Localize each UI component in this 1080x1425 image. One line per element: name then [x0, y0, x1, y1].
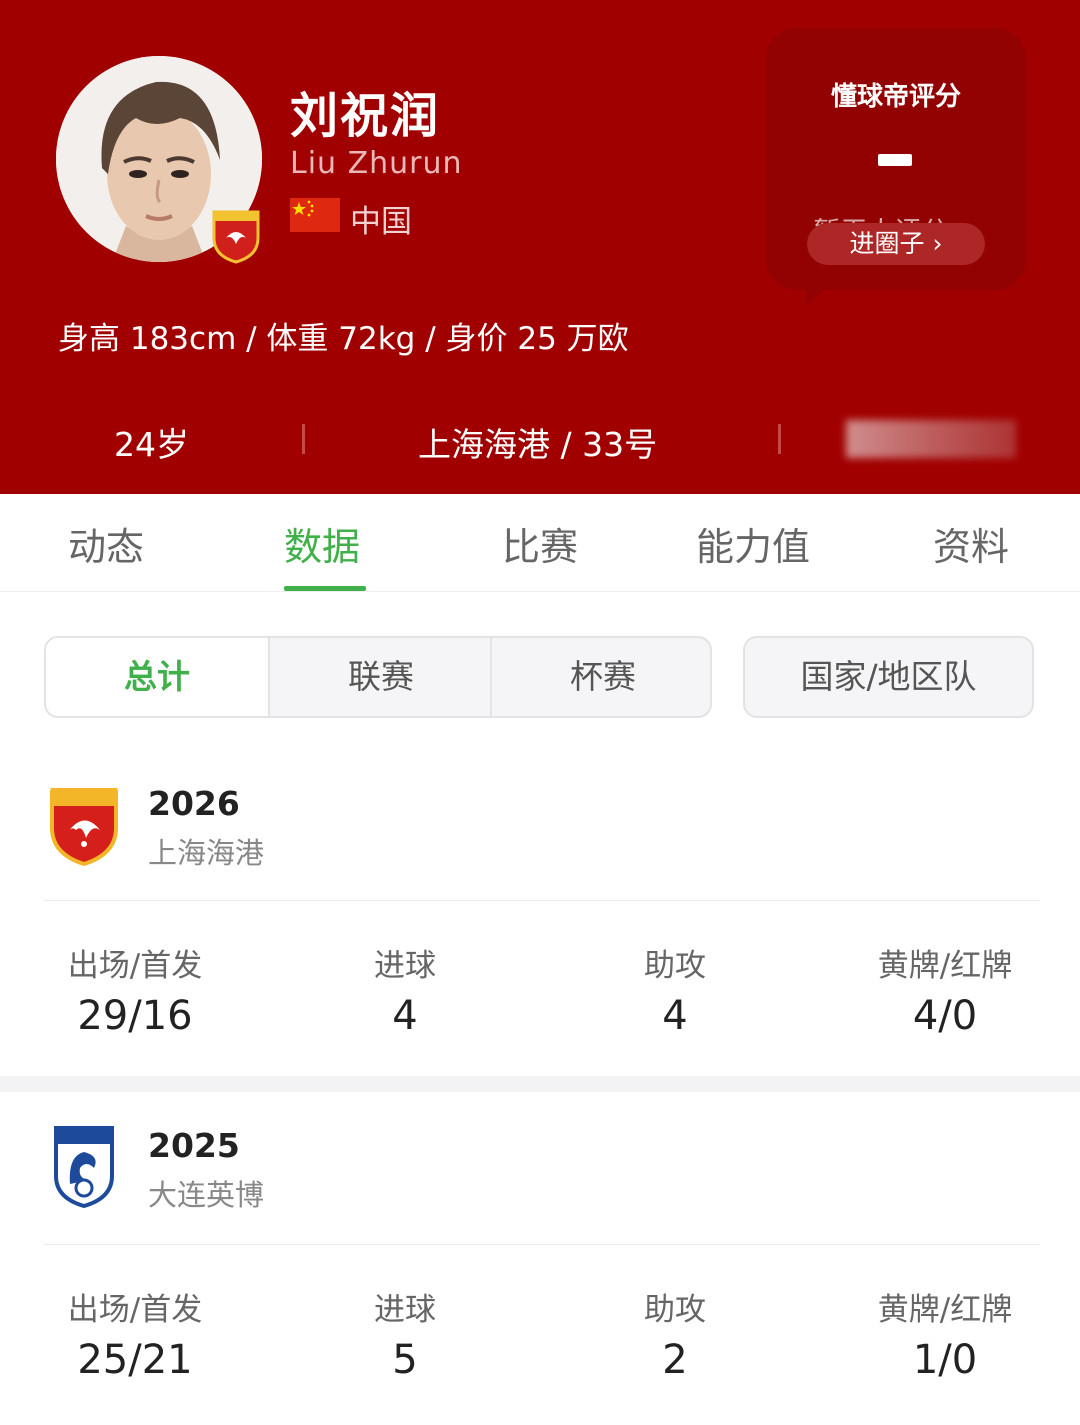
- metric-label: 进球: [374, 1292, 436, 1328]
- metric-label: 黄牌/红牌: [877, 1292, 1013, 1328]
- metric-cards: 黄牌/红牌 1/0: [810, 1284, 1080, 1383]
- metric-value: 2: [662, 1337, 688, 1383]
- metric-value: 29/16: [77, 993, 193, 1039]
- rating-card-pointer: [806, 286, 828, 306]
- metric-assists: 助攻 4: [540, 940, 810, 1039]
- tab-ability[interactable]: 能力值: [696, 516, 810, 571]
- metric-cards: 黄牌/红牌 4/0: [810, 940, 1080, 1039]
- metric-label: 助攻: [644, 1292, 706, 1328]
- metric-value: 4: [662, 993, 688, 1039]
- filter-total[interactable]: 总计: [46, 638, 268, 716]
- dalian-yingbo-logo-icon: [54, 1126, 114, 1212]
- tab-profile[interactable]: 资料: [933, 516, 1009, 571]
- metric-label: 进球: [374, 948, 436, 984]
- season-divider: [44, 900, 1040, 901]
- metric-value: 25/21: [77, 1337, 193, 1383]
- player-age: 24岁: [114, 425, 189, 464]
- tab-bar: 动态 数据 比赛 能力值 资料: [0, 494, 1080, 592]
- join-circle-button[interactable]: 进圈子 ›: [807, 223, 985, 265]
- metric-assists: 助攻 2: [540, 1284, 810, 1383]
- metric-label: 出场/首发: [67, 1292, 203, 1328]
- metric-label: 黄牌/红牌: [877, 948, 1013, 984]
- player-team-number[interactable]: 上海海港 / 33号: [418, 418, 657, 466]
- player-header: 刘祝润 Liu Zhurun 中国 身高 183cm / 体重 72kg / 身…: [0, 0, 1080, 494]
- metric-label: 出场/首发: [67, 948, 203, 984]
- player-name: 刘祝润: [290, 88, 441, 144]
- active-tab-indicator: [284, 586, 366, 591]
- rating-value: [878, 154, 912, 166]
- metric-goals: 进球 4: [270, 940, 540, 1039]
- rating-title: 懂球帝评分: [830, 82, 961, 112]
- china-flag-icon: [290, 198, 340, 232]
- tab-data[interactable]: 数据: [284, 516, 360, 571]
- season-card[interactable]: 2025 大连英博 出场/首发 25/21 进球 5 助攻 2 黄牌/红牌 1/…: [0, 1092, 1080, 1425]
- season-year: 2025: [148, 1126, 240, 1165]
- player-country: 中国: [350, 204, 412, 240]
- filter-cup[interactable]: 杯赛: [492, 638, 710, 716]
- season-year: 2026: [148, 784, 240, 823]
- player-avatar-wrap[interactable]: [56, 56, 262, 264]
- strip-divider: [302, 424, 305, 454]
- metric-appearances: 出场/首发 25/21: [0, 1284, 270, 1383]
- tab-matches[interactable]: 比赛: [502, 516, 578, 571]
- filter-national-team[interactable]: 国家/地区队: [743, 636, 1034, 718]
- player-info-strip: 24岁 上海海港 / 33号: [0, 408, 1080, 468]
- season-team: 大连英博: [148, 1178, 265, 1212]
- tab-dynamics[interactable]: 动态: [68, 516, 144, 571]
- club-badge-icon: [210, 206, 262, 264]
- season-team: 上海海港: [148, 836, 265, 870]
- season-card[interactable]: 2026 上海海港 出场/首发 29/16 进球 4 助攻 4 黄牌/红牌 4/…: [0, 760, 1080, 1076]
- metric-value: 1/0: [912, 1337, 978, 1383]
- competition-filter: 总计 联赛 杯赛: [44, 636, 712, 718]
- metric-value: 4: [392, 993, 418, 1039]
- blurred-info: [846, 420, 1016, 458]
- strip-divider: [778, 424, 781, 454]
- section-gap: [0, 1076, 1080, 1092]
- metric-appearances: 出场/首发 29/16: [0, 940, 270, 1039]
- rating-card[interactable]: 懂球帝评分 暂无人评分i 进圈子 ›: [766, 28, 1026, 290]
- player-bio: 身高 183cm / 体重 72kg / 身价 25 万欧: [58, 321, 629, 357]
- metric-value: 5: [392, 1337, 418, 1383]
- metric-value: 4/0: [912, 993, 978, 1039]
- metric-label: 助攻: [644, 948, 706, 984]
- player-english-name: Liu Zhurun: [290, 146, 463, 181]
- metric-goals: 进球 5: [270, 1284, 540, 1383]
- filter-league[interactable]: 联赛: [270, 638, 492, 716]
- shanghai-port-logo-icon: [48, 780, 120, 870]
- season-divider: [44, 1244, 1040, 1245]
